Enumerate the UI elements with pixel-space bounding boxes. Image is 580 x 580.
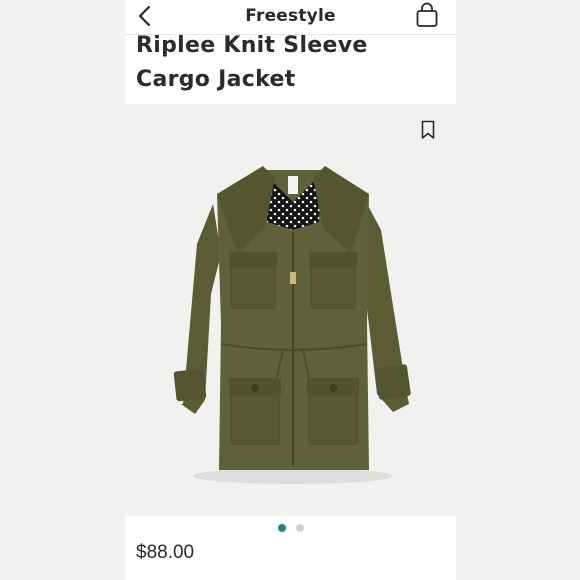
- top-navigation-bar: Freestyle: [125, 0, 456, 35]
- carousel-dot-1[interactable]: [277, 524, 286, 532]
- phone-screen: Freestyle Riplee Knit Sleeve Cargo Jacke…: [125, 0, 456, 580]
- product-title-line-2: Cargo Jacket: [136, 67, 296, 92]
- right-background: [456, 0, 580, 580]
- bookmark-icon[interactable]: [421, 120, 435, 140]
- left-background: [0, 0, 125, 580]
- shopping-bag-icon[interactable]: [414, 2, 440, 28]
- page-title: Freestyle: [245, 6, 336, 26]
- carousel-indicator: [125, 524, 456, 534]
- product-image[interactable]: [125, 104, 456, 516]
- product-image-area[interactable]: [125, 104, 456, 516]
- product-title: Riplee Knit Sleeve Cargo Jacket: [136, 29, 446, 97]
- carousel-dot-2[interactable]: [295, 524, 304, 532]
- product-price: $88.00: [136, 542, 195, 563]
